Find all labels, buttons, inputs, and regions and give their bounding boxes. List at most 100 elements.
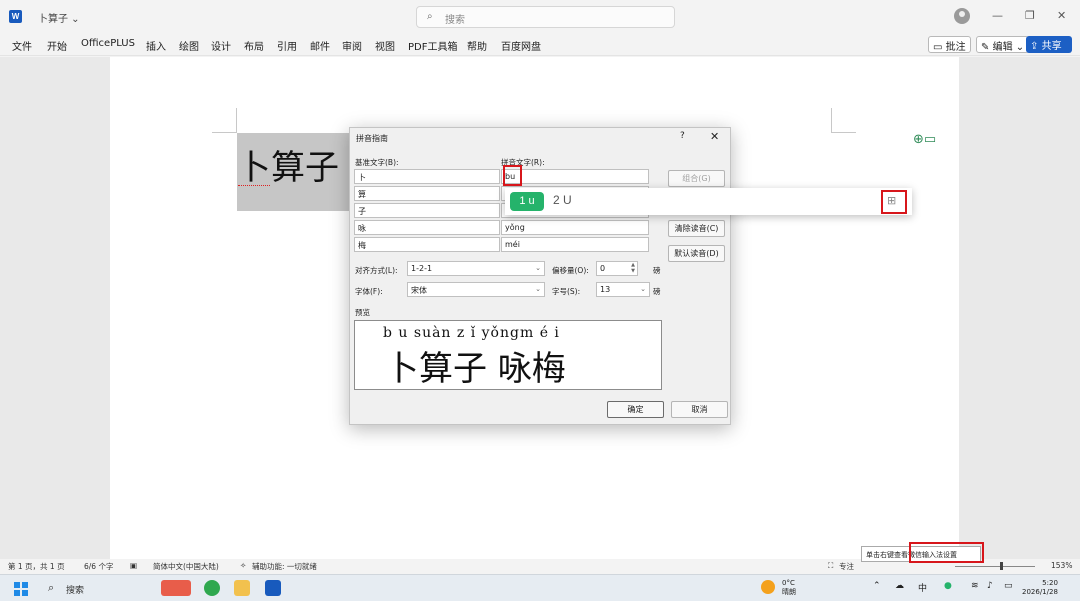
word-count[interactable]: 6/6 个字	[84, 561, 113, 572]
file-explorer-icon[interactable]	[234, 580, 250, 596]
onedrive-icon[interactable]: ☁	[895, 581, 904, 591]
wifi-icon[interactable]: ≋	[971, 581, 979, 591]
tab-draw[interactable]: 绘图	[179, 38, 199, 53]
size-unit: 磅	[653, 287, 661, 296]
tab-mailings[interactable]: 邮件	[310, 38, 330, 53]
minimize-button[interactable]: —	[992, 9, 1003, 22]
font-label: 字体(F):	[355, 287, 383, 296]
font-select[interactable]: 宋体 ⌄	[407, 282, 545, 297]
tab-insert[interactable]: 插入	[146, 38, 166, 53]
word-icon: W	[9, 10, 22, 23]
highlight-ime-more	[881, 190, 907, 214]
tab-design[interactable]: 设计	[211, 38, 231, 53]
volume-icon[interactable]: ♪	[987, 581, 993, 591]
ruby-text-field[interactable]: bu	[501, 169, 649, 184]
word-icon[interactable]	[265, 580, 281, 596]
tray-chevron-icon[interactable]: ⌃	[873, 581, 881, 591]
tab-file[interactable]: 文件	[12, 38, 32, 53]
focus-mode[interactable]: 专注	[839, 561, 854, 572]
search-input[interactable]: ⌕ 搜索	[416, 6, 675, 28]
tab-pdf-toolbox[interactable]: PDF工具箱	[408, 38, 457, 53]
document-heading[interactable]: 卜算子	[237, 140, 339, 189]
document-title[interactable]: 卜算子 ⌄	[38, 10, 80, 25]
avatar[interactable]	[954, 8, 970, 24]
zoom-level[interactable]: 153%	[1051, 561, 1072, 570]
zoom-slider[interactable]	[955, 566, 1035, 567]
tab-references[interactable]: 引用	[277, 38, 297, 53]
title-bar: W 卜算子 ⌄ ⌕ 搜索 — ❐ ✕	[0, 0, 1080, 34]
spinner-arrows-icon[interactable]: ▲ ▼	[631, 262, 635, 274]
add-comment-icon[interactable]: ⊕▭	[913, 132, 936, 147]
system-clock[interactable]: 5:20 2026/1/28	[1022, 579, 1058, 597]
base-text-field[interactable]: 算	[354, 186, 500, 201]
battery-icon[interactable]: ▭	[1004, 581, 1013, 591]
ime-mode-indicator[interactable]: 中	[918, 581, 927, 594]
accessibility-icon: ✧	[240, 561, 247, 570]
taskbar-search[interactable]: 搜索	[66, 583, 84, 596]
close-dialog-button[interactable]: ✕	[710, 130, 719, 143]
base-text-field[interactable]: 梅	[354, 237, 500, 252]
default-reading-button[interactable]: 默认读音(D)	[668, 245, 725, 262]
ruby-text-field[interactable]: méi	[501, 237, 649, 252]
restore-button[interactable]: ❐	[1025, 9, 1035, 22]
dialog-title: 拼音指南	[356, 134, 388, 143]
search-icon: ⌕	[427, 11, 433, 22]
base-text-field[interactable]: 卜	[354, 169, 500, 184]
page-margin-marker	[831, 108, 856, 133]
weather-icon[interactable]	[761, 580, 775, 594]
focus-icon: ⛶	[828, 561, 834, 570]
pencil-icon: ✎	[981, 42, 990, 53]
zoom-slider-thumb[interactable]	[1000, 562, 1003, 570]
ime-candidate-2[interactable]: 2 U	[553, 193, 572, 207]
chevron-down-icon: ⌄	[640, 285, 646, 293]
preview-text: 卜算子 咏梅	[385, 349, 566, 389]
preview-label: 预览	[355, 308, 370, 317]
tab-officeplus[interactable]: OfficePLUS	[81, 38, 135, 49]
windows-start-icon[interactable]	[14, 582, 28, 596]
help-button[interactable]: ?	[680, 131, 685, 141]
wechat-ime-icon[interactable]: ●	[944, 581, 952, 591]
clear-reading-button[interactable]: 清除读音(C)	[668, 220, 725, 237]
highlight-ruby-input	[503, 165, 522, 186]
base-text-field[interactable]: 咏	[354, 220, 500, 235]
alignment-label: 对齐方式(L):	[355, 266, 398, 275]
alignment-select[interactable]: 1-2-1 ⌄	[407, 261, 545, 276]
ime-candidate-bar: 1 u 2 U ⊞	[505, 188, 912, 215]
base-text-label: 基准文字(B):	[355, 158, 399, 167]
comment-icon: ▭	[933, 42, 943, 53]
tab-baidu-netdisk[interactable]: 百度网盘	[501, 38, 541, 53]
share-button[interactable]: ⇪ 共享 ⌄	[1026, 36, 1072, 63]
ok-button[interactable]: 确定	[607, 401, 664, 418]
base-text-field[interactable]: 子	[354, 203, 500, 218]
editing-mode-button[interactable]: ✎ 编辑 ⌄	[976, 36, 1030, 53]
offset-unit: 磅	[653, 266, 661, 275]
tab-review[interactable]: 审阅	[342, 38, 362, 53]
tab-home[interactable]: 开始	[47, 38, 67, 53]
page-count[interactable]: 第 1 页，共 1 页	[8, 561, 65, 572]
ribbon-tabs: 文件 开始 OfficePLUS 插入 绘图 设计 布局 引用 邮件 审阅 视图…	[0, 34, 1080, 63]
pinned-app-icon[interactable]	[161, 580, 191, 596]
preview-pinyin: b u suàn z ǐ yǒngm é i	[383, 325, 560, 341]
language-status[interactable]: 简体中文(中国大陆)	[153, 561, 219, 572]
cancel-button[interactable]: 取消	[671, 401, 728, 418]
tab-layout[interactable]: 布局	[244, 38, 264, 53]
search-placeholder: 搜索	[445, 15, 465, 26]
accessibility-status[interactable]: 辅助功能: 一切就绪	[252, 561, 317, 572]
weather-widget[interactable]: 0°C 晴朗	[782, 579, 796, 597]
edge-icon[interactable]	[204, 580, 220, 596]
combine-button[interactable]: 组合(G)	[668, 170, 725, 187]
spelling-underline	[238, 183, 270, 186]
close-window-button[interactable]: ✕	[1057, 9, 1066, 22]
size-label: 字号(S):	[552, 287, 581, 296]
ruby-text-field[interactable]: yǒng	[501, 220, 649, 235]
tab-view[interactable]: 视图	[375, 38, 395, 53]
proofing-icon[interactable]: ▣	[130, 561, 137, 570]
page-margin-marker	[212, 108, 237, 133]
ime-candidate-1[interactable]: 1 u	[510, 192, 544, 211]
preview-box: b u suàn z ǐ yǒngm é i 卜算子 咏梅	[354, 320, 662, 390]
size-select[interactable]: 13 ⌄	[596, 282, 650, 297]
tab-help[interactable]: 帮助	[467, 38, 487, 53]
taskbar: ⌕ 搜索 0°C 晴朗 ⌃ ☁ 中 ● ≋ ♪ ▭ 5:20 2026/1/28	[0, 574, 1080, 601]
comments-button[interactable]: ▭ 批注	[928, 36, 971, 53]
offset-stepper[interactable]: 0 ▲ ▼	[596, 261, 638, 276]
